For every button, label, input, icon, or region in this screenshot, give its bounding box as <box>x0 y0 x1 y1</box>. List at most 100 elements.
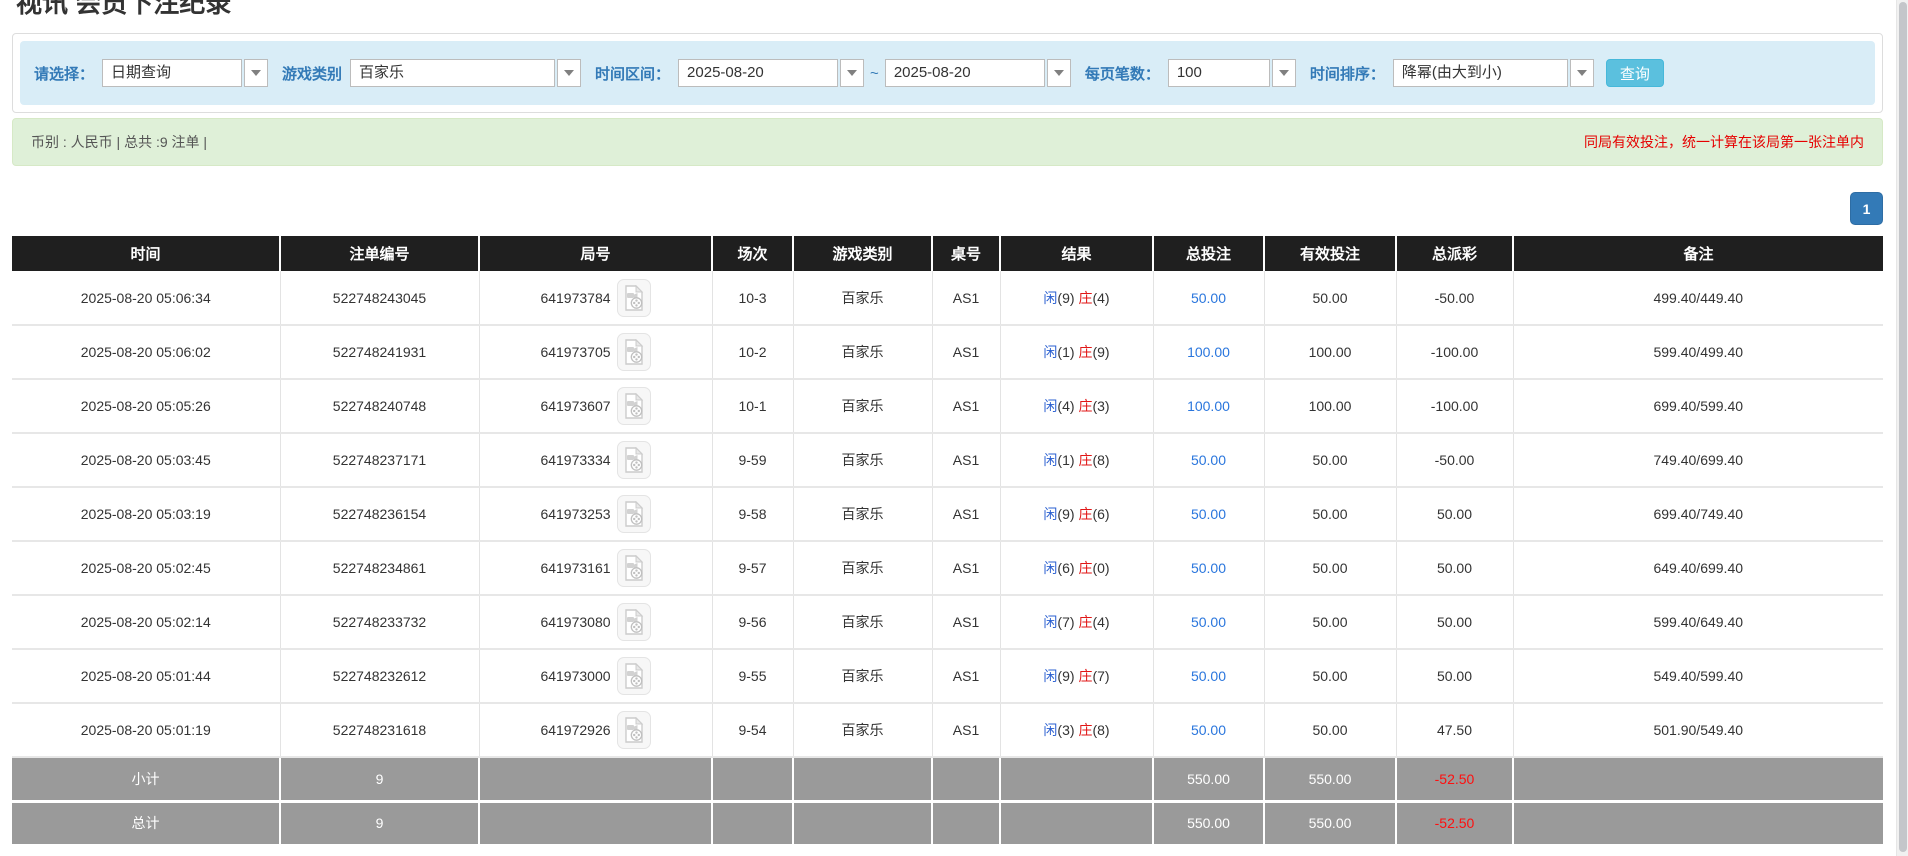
cell-round: 641972926 <box>479 703 712 757</box>
cell-result: 闲(9) 庄(6) <box>1000 487 1153 541</box>
time-range-label: 时间区间： <box>595 63 670 84</box>
cell-time: 2025-08-20 05:02:45 <box>12 541 280 595</box>
total-bet-link[interactable]: 50.00 <box>1191 452 1226 468</box>
cell-valid-bet: 100.00 <box>1264 325 1396 379</box>
cell-valid-bet: 50.00 <box>1264 487 1396 541</box>
total-bet-link[interactable]: 50.00 <box>1191 614 1226 630</box>
query-button[interactable]: 查询 <box>1606 59 1664 87</box>
col-result: 结果 <box>1000 236 1153 271</box>
cell-round: 641973784 <box>479 271 712 325</box>
video-record-icon[interactable] <box>617 279 651 317</box>
filter-panel: 请选择： 日期查询 游戏类别 百家乐 时间区间： 2025-08-20 ~ 20… <box>12 33 1883 113</box>
video-record-icon[interactable] <box>617 333 651 371</box>
date-to-select[interactable]: 2025-08-20 <box>885 59 1071 87</box>
subtotal-row: 小计 9 550.00 550.00 -52.50 <box>12 757 1883 801</box>
total-payout: -52.50 <box>1396 801 1513 845</box>
cell-table: AS1 <box>932 649 1000 703</box>
chevron-down-icon <box>1047 59 1071 87</box>
filter-bar: 请选择： 日期查询 游戏类别 百家乐 时间区间： 2025-08-20 ~ 20… <box>20 41 1875 105</box>
table-row: 2025-08-20 05:01:19 522748231618 6419729… <box>12 703 1883 757</box>
result-player: 闲 <box>1043 344 1057 360</box>
cell-table: AS1 <box>932 541 1000 595</box>
video-record-icon[interactable] <box>617 549 651 587</box>
subtotal-count: 9 <box>280 757 479 801</box>
video-record-icon[interactable] <box>617 603 651 641</box>
result-player: 闲 <box>1043 722 1057 738</box>
cell-table: AS1 <box>932 271 1000 325</box>
total-bet-link[interactable]: 50.00 <box>1191 722 1226 738</box>
video-record-icon[interactable] <box>617 495 651 533</box>
cell-payout: 50.00 <box>1396 595 1513 649</box>
table-body: 2025-08-20 05:06:34 522748243045 6419737… <box>12 271 1883 757</box>
table-row: 2025-08-20 05:06:02 522748241931 6419737… <box>12 325 1883 379</box>
cell-game-category: 百家乐 <box>793 325 932 379</box>
cell-total-bet: 50.00 <box>1153 487 1264 541</box>
query-type-label: 请选择： <box>34 63 94 84</box>
cell-table: AS1 <box>932 487 1000 541</box>
sort-select[interactable]: 降幂(由大到小) <box>1393 59 1594 87</box>
cell-valid-bet: 50.00 <box>1264 649 1396 703</box>
cell-total-bet: 100.00 <box>1153 325 1264 379</box>
page-size-value: 100 <box>1168 59 1270 87</box>
cell-valid-bet: 50.00 <box>1264 271 1396 325</box>
cell-total-bet: 50.00 <box>1153 433 1264 487</box>
query-type-select[interactable]: 日期查询 <box>102 59 268 87</box>
cell-result: 闲(1) 庄(8) <box>1000 433 1153 487</box>
cell-remark: 599.40/499.40 <box>1513 325 1883 379</box>
table-row: 2025-08-20 05:03:45 522748237171 6419733… <box>12 433 1883 487</box>
cell-session: 9-57 <box>712 541 793 595</box>
total-bet-link[interactable]: 50.00 <box>1191 506 1226 522</box>
date-from-select[interactable]: 2025-08-20 <box>678 59 864 87</box>
cell-bet-id: 522748232612 <box>280 649 479 703</box>
total-bet-link[interactable]: 100.00 <box>1187 398 1230 414</box>
cell-remark: 549.40/599.40 <box>1513 649 1883 703</box>
cell-round: 641973334 <box>479 433 712 487</box>
total-bet-link[interactable]: 50.00 <box>1191 668 1226 684</box>
cell-bet-id: 522748241931 <box>280 325 479 379</box>
total-count: 9 <box>280 801 479 845</box>
video-record-icon[interactable] <box>617 711 651 749</box>
chevron-down-icon <box>1570 59 1594 87</box>
valid-bet-notice: 同局有效投注，统一计算在该局第一张注单内 <box>1584 132 1864 152</box>
table-row: 2025-08-20 05:02:45 522748234861 6419731… <box>12 541 1883 595</box>
total-valid-bet: 550.00 <box>1264 801 1396 845</box>
cell-time: 2025-08-20 05:05:26 <box>12 379 280 433</box>
video-record-icon[interactable] <box>617 657 651 695</box>
col-table: 桌号 <box>932 236 1000 271</box>
video-record-icon[interactable] <box>617 387 651 425</box>
col-payout: 总派彩 <box>1396 236 1513 271</box>
cell-round: 641973607 <box>479 379 712 433</box>
scrollbar-thumb[interactable] <box>1899 2 1907 852</box>
result-player: 闲 <box>1043 398 1057 414</box>
table-row: 2025-08-20 05:06:34 522748243045 6419737… <box>12 271 1883 325</box>
video-record-icon[interactable] <box>617 441 651 479</box>
cell-time: 2025-08-20 05:01:19 <box>12 703 280 757</box>
cell-table: AS1 <box>932 703 1000 757</box>
cell-round: 641973161 <box>479 541 712 595</box>
cell-payout: -100.00 <box>1396 325 1513 379</box>
total-bet-link[interactable]: 50.00 <box>1191 560 1226 576</box>
total-bet-link[interactable]: 50.00 <box>1191 290 1226 306</box>
page-size-select[interactable]: 100 <box>1168 59 1296 87</box>
round-number: 641973334 <box>540 452 610 468</box>
cell-game-category: 百家乐 <box>793 271 932 325</box>
cell-table: AS1 <box>932 379 1000 433</box>
subtotal-payout: -52.50 <box>1396 757 1513 801</box>
table-row: 2025-08-20 05:05:26 522748240748 6419736… <box>12 379 1883 433</box>
page-1-button[interactable]: 1 <box>1850 192 1883 225</box>
result-banker: 庄 <box>1078 668 1092 684</box>
col-time: 时间 <box>12 236 280 271</box>
cell-bet-id: 522748231618 <box>280 703 479 757</box>
total-bet-link[interactable]: 100.00 <box>1187 344 1230 360</box>
table-row: 2025-08-20 05:03:19 522748236154 6419732… <box>12 487 1883 541</box>
sort-label: 时间排序： <box>1310 63 1385 84</box>
cell-round: 641973080 <box>479 595 712 649</box>
chevron-down-icon <box>244 59 268 87</box>
game-category-select[interactable]: 百家乐 <box>350 59 581 87</box>
cell-game-category: 百家乐 <box>793 541 932 595</box>
cell-game-category: 百家乐 <box>793 703 932 757</box>
page-title: 视讯 会员下注纪录 <box>16 0 1883 18</box>
cell-time: 2025-08-20 05:03:19 <box>12 487 280 541</box>
chevron-down-icon <box>1272 59 1296 87</box>
total-total-bet: 550.00 <box>1153 801 1264 845</box>
